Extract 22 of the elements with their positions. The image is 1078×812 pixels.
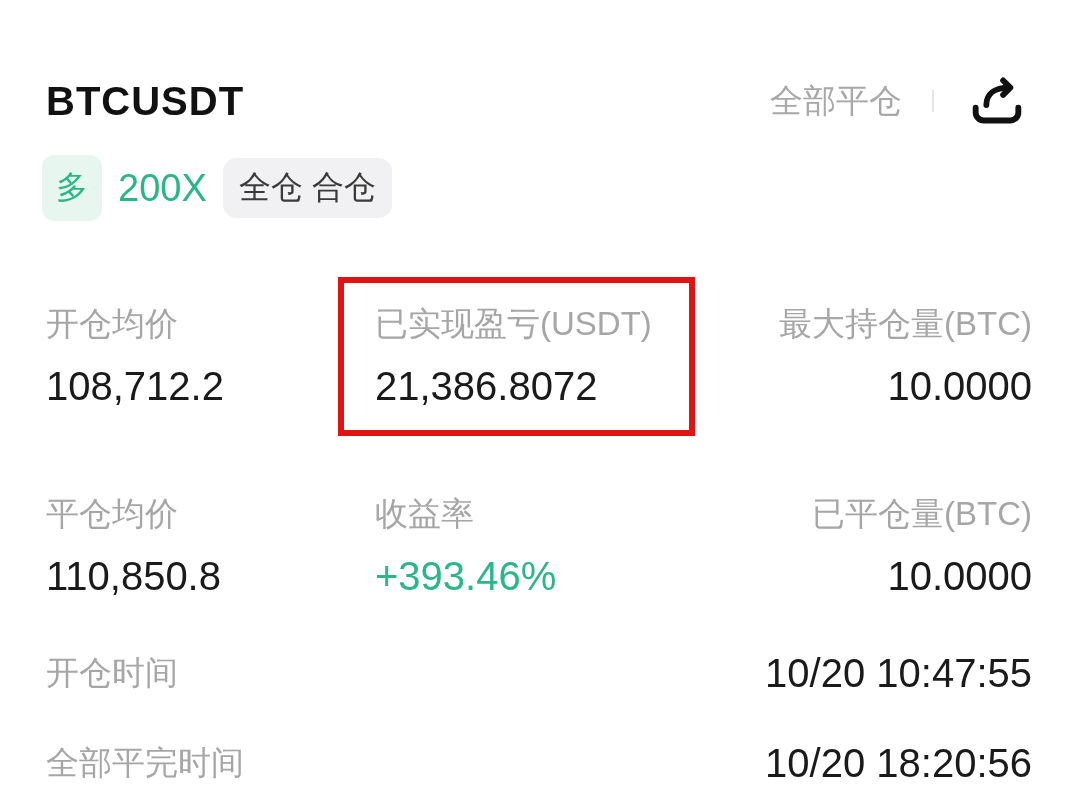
stat-label: 已平仓量(BTC) — [812, 494, 1032, 534]
stat-label: 已实现盈亏(USDT) — [375, 304, 652, 344]
side-tag: 多 — [42, 155, 102, 221]
leverage-label: 200X — [118, 166, 207, 211]
margin-mode-tag: 全仓 合仓 — [222, 158, 392, 218]
stat-value: 10.0000 — [887, 363, 1032, 410]
stat-label: 收益率 — [375, 494, 474, 534]
stat-value: +393.46% — [375, 553, 557, 600]
symbol-title: BTCUSDT — [46, 78, 245, 125]
share-icon — [970, 77, 1024, 125]
stat-label: 最大持仓量(BTC) — [779, 304, 1032, 344]
time-label: 开仓时间 — [46, 653, 178, 693]
time-label: 全部平完时间 — [46, 743, 244, 783]
time-value: 10/20 18:20:56 — [765, 740, 1032, 787]
stat-value: 21,386.8072 — [375, 363, 598, 410]
stat-value: 10.0000 — [887, 553, 1032, 600]
stat-value: 110,850.8 — [46, 553, 221, 600]
stat-label: 平仓均价 — [46, 494, 178, 534]
close-all-button[interactable]: 全部平仓 — [770, 79, 902, 123]
stat-value: 108,712.2 — [46, 363, 224, 410]
time-value: 10/20 10:47:55 — [765, 650, 1032, 697]
stat-label: 开仓均价 — [46, 304, 178, 344]
